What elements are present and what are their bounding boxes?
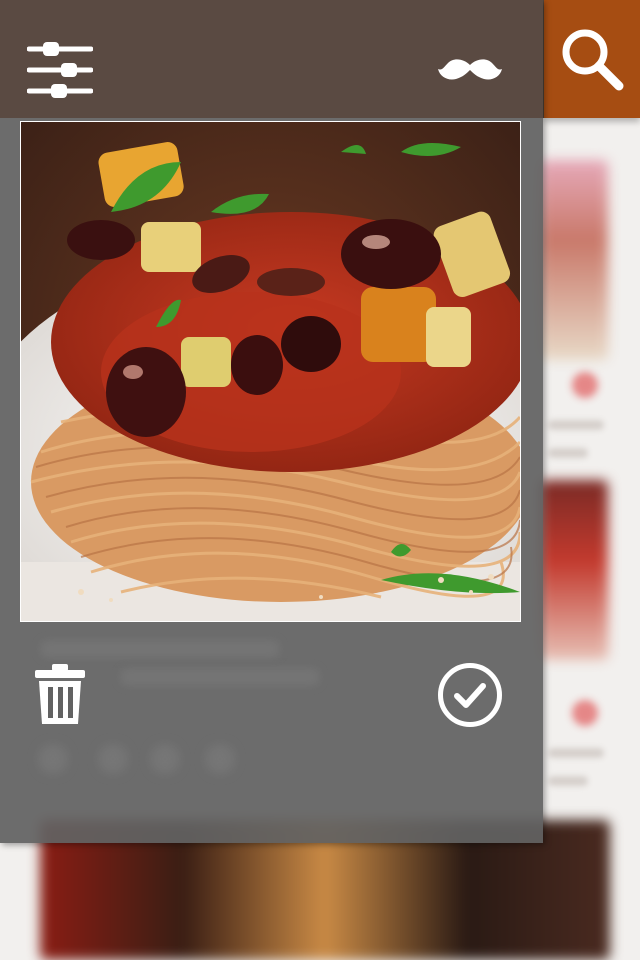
feed-text xyxy=(548,448,588,458)
food-photo[interactable] xyxy=(20,121,521,622)
ghost-icon xyxy=(205,744,235,774)
mustache-button[interactable] xyxy=(434,50,506,90)
ghost-icon xyxy=(150,744,180,774)
delete-button[interactable] xyxy=(30,660,90,728)
feed-card-image[interactable] xyxy=(540,160,608,360)
photo-edit-panel xyxy=(0,0,543,843)
ghost-icon xyxy=(38,744,68,774)
confirm-button[interactable] xyxy=(436,661,504,729)
feed-card-image[interactable] xyxy=(540,480,608,660)
filter-button[interactable] xyxy=(26,40,94,100)
ghost-icon xyxy=(98,744,128,774)
sliders-icon xyxy=(27,42,93,98)
check-circle-icon xyxy=(438,663,502,727)
feed-text xyxy=(548,420,604,430)
feed-text xyxy=(548,748,604,758)
feed-text xyxy=(548,776,588,786)
search-button[interactable] xyxy=(544,0,640,118)
mustache-icon xyxy=(438,59,502,80)
trash-icon xyxy=(35,664,85,724)
ghost-subtitle xyxy=(120,668,320,686)
feed-like-icon xyxy=(572,700,598,726)
feed-like-icon xyxy=(572,372,598,398)
search-icon xyxy=(562,29,624,91)
ghost-title xyxy=(40,640,280,658)
panel-header xyxy=(0,0,543,118)
